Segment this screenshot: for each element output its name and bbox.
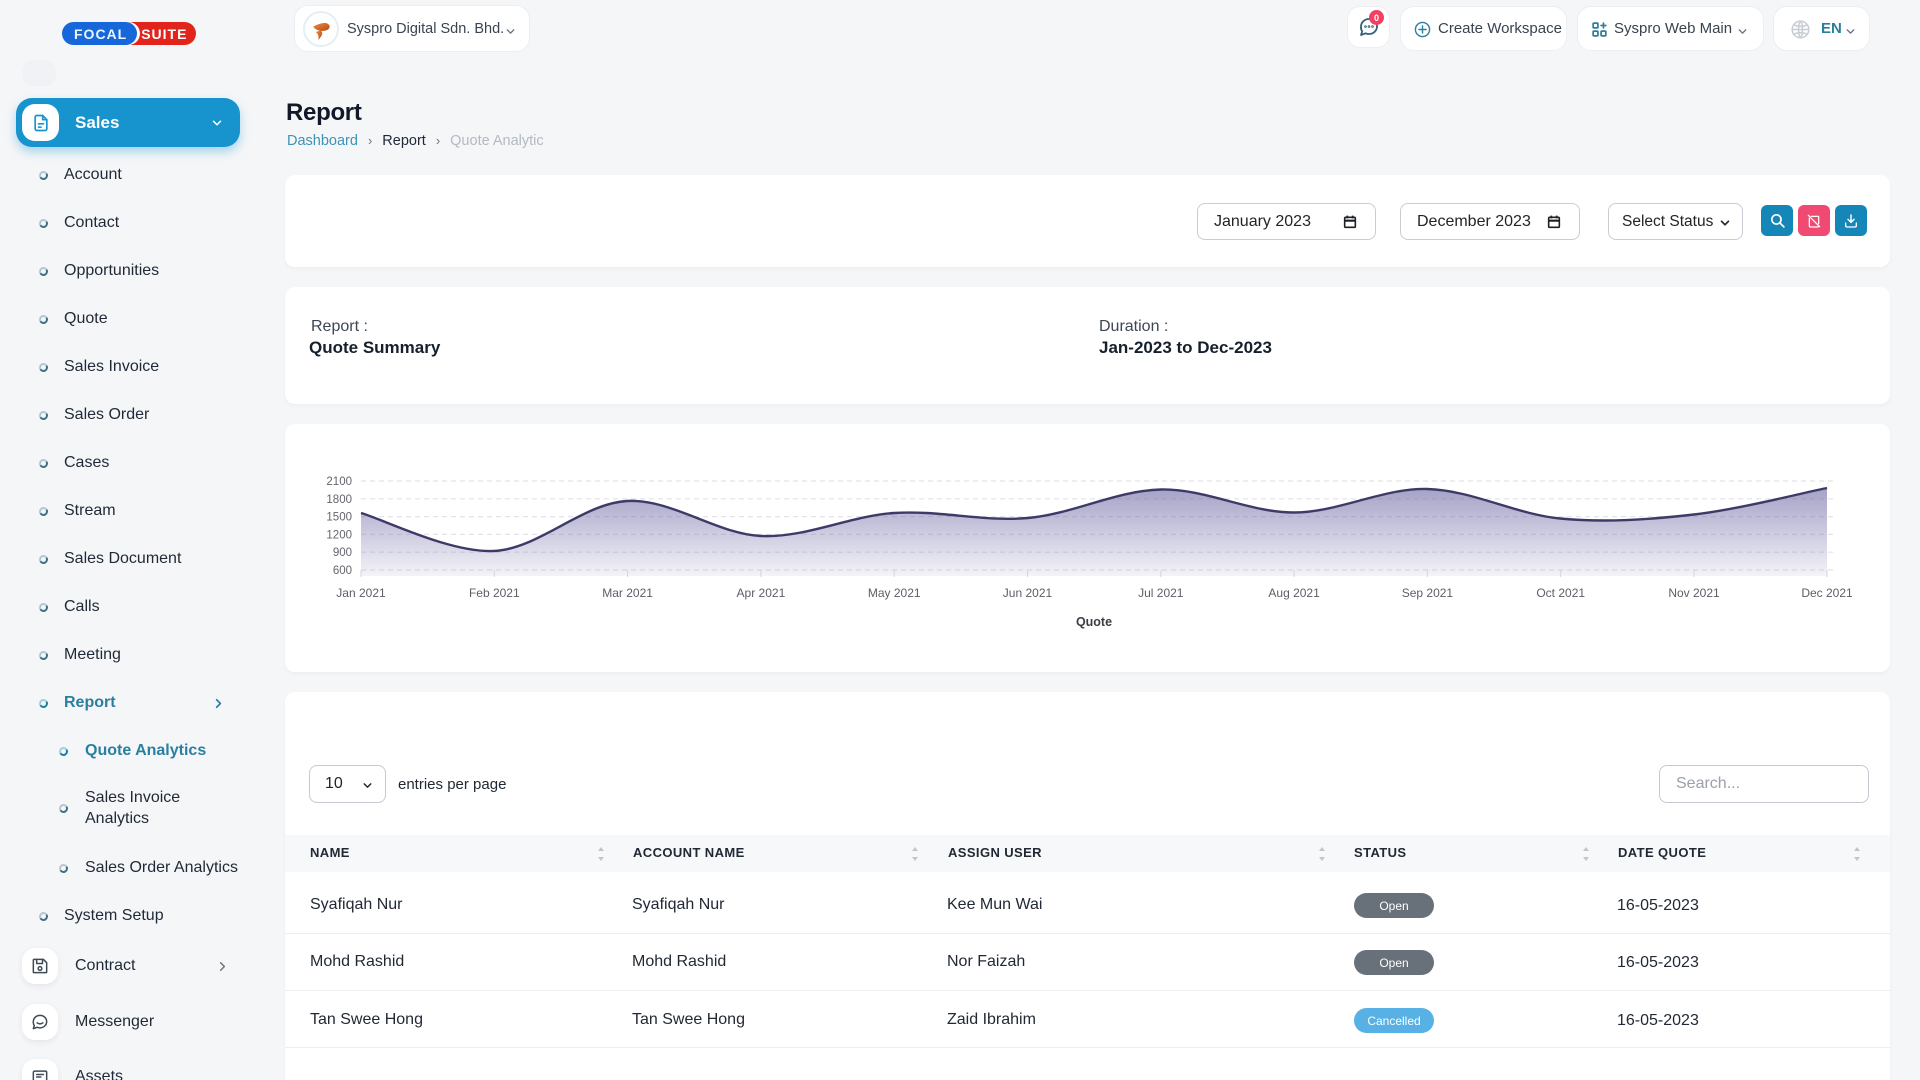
svg-text:May 2021: May 2021 (868, 586, 921, 600)
svg-text:Jan 2021: Jan 2021 (336, 586, 386, 600)
svg-text:2100: 2100 (326, 476, 352, 488)
svg-text:Apr 2021: Apr 2021 (737, 586, 786, 600)
svg-text:1500: 1500 (326, 512, 352, 524)
svg-text:1800: 1800 (326, 494, 352, 506)
svg-text:Jun 2021: Jun 2021 (1003, 586, 1053, 600)
svg-text:900: 900 (333, 547, 352, 559)
svg-text:Oct 2021: Oct 2021 (1536, 586, 1585, 600)
svg-text:Mar 2021: Mar 2021 (602, 586, 653, 600)
svg-text:Sep 2021: Sep 2021 (1402, 586, 1454, 600)
svg-text:1200: 1200 (326, 529, 352, 541)
svg-text:Quote: Quote (1076, 615, 1112, 629)
svg-text:Dec 2021: Dec 2021 (1801, 586, 1853, 600)
svg-text:Feb 2021: Feb 2021 (469, 586, 520, 600)
svg-text:Nov 2021: Nov 2021 (1668, 586, 1720, 600)
svg-text:Jul 2021: Jul 2021 (1138, 586, 1184, 600)
svg-text:600: 600 (333, 565, 352, 577)
svg-text:Aug 2021: Aug 2021 (1268, 586, 1320, 600)
